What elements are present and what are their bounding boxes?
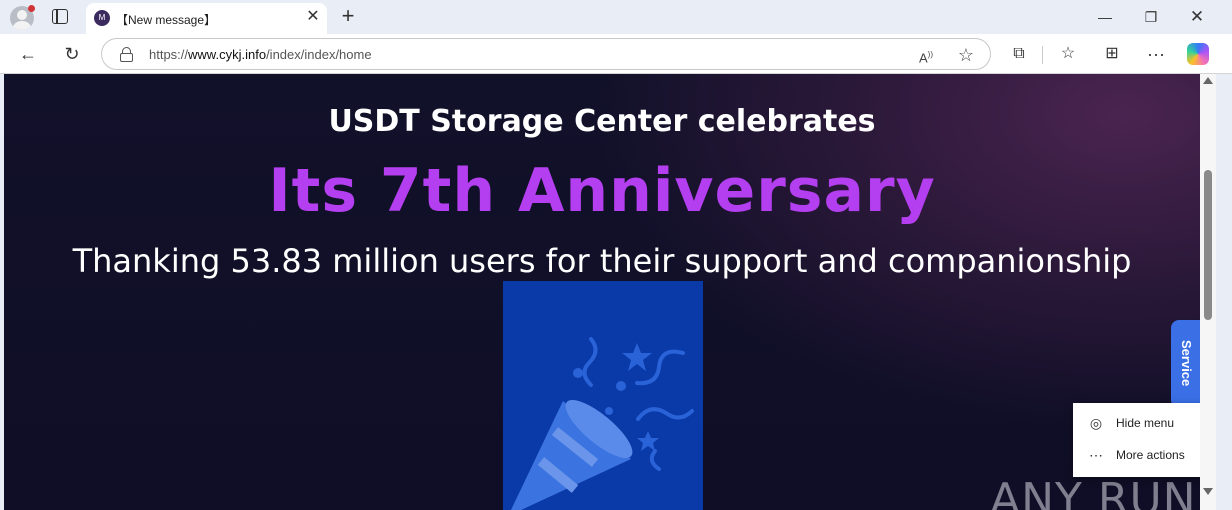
headline-main: Its 7th Anniversary <box>268 156 936 226</box>
read-aloud-icon[interactable]: A)) <box>915 44 937 66</box>
notification-dot <box>28 5 35 12</box>
navigation-bar: ← ↻ https://www.cykj.info/index/index/ho… <box>0 34 1232 74</box>
context-menu: ◎ Hide menu ▶ ⋯ More actions <box>1073 403 1218 477</box>
settings-more-icon[interactable]: ··· <box>1143 42 1169 66</box>
address-bar[interactable]: https://www.cykj.info/index/index/home A… <box>101 38 991 70</box>
service-button[interactable]: Service <box>1171 320 1200 408</box>
site-favicon-icon: M <box>94 10 110 26</box>
new-tab-button[interactable]: + <box>337 3 359 29</box>
minimize-button[interactable]: — <box>1082 4 1128 30</box>
web-page-content: USDT Storage Center celebrates Its 7th A… <box>4 74 1200 510</box>
copilot-icon[interactable] <box>1187 43 1209 65</box>
watermark-text: ANY RUN <box>990 474 1197 510</box>
title-bar: M 【New message】 ✕ + — ❐ ✕ <box>0 0 1232 34</box>
url-text[interactable]: https://www.cykj.info/index/index/home <box>149 47 372 62</box>
scroll-up-icon[interactable] <box>1203 77 1213 84</box>
lock-icon[interactable] <box>120 47 133 62</box>
menu-item-label: More actions <box>1116 448 1185 462</box>
subheadline: Thanking 53.83 million users for their s… <box>72 242 1132 280</box>
headline-top: USDT Storage Center celebrates <box>328 104 876 139</box>
tab-close-icon[interactable]: ✕ <box>304 8 322 26</box>
refresh-button[interactable]: ↻ <box>59 42 85 66</box>
favorites-icon[interactable]: ☆ <box>1055 42 1081 66</box>
close-window-button[interactable]: ✕ <box>1174 4 1220 30</box>
menu-item-label: Hide menu <box>1116 416 1175 430</box>
celebration-banner <box>503 281 703 510</box>
more-icon: ⋯ <box>1089 447 1103 463</box>
toolbar-divider <box>1042 46 1043 64</box>
window-edge <box>1216 74 1232 510</box>
restore-button[interactable]: ❐ <box>1128 4 1174 30</box>
eye-off-icon: ◎ <box>1089 415 1103 431</box>
scroll-down-icon[interactable] <box>1203 488 1213 495</box>
tab-title: 【New message】 <box>116 13 217 27</box>
back-button[interactable]: ← <box>15 42 41 66</box>
tab-active[interactable]: M 【New message】 ✕ <box>86 3 327 34</box>
menu-item-more-actions[interactable]: ⋯ More actions <box>1073 441 1218 471</box>
menu-item-hide-menu[interactable]: ◎ Hide menu ▶ <box>1073 409 1218 439</box>
collections-icon[interactable]: ⊞ <box>1099 42 1125 66</box>
tab-actions-icon[interactable] <box>52 9 68 24</box>
party-popper-icon <box>511 337 694 510</box>
favorite-star-icon[interactable]: ☆ <box>955 44 977 66</box>
scrollbar-thumb[interactable] <box>1204 170 1212 320</box>
vertical-scrollbar[interactable] <box>1200 74 1216 510</box>
extensions-icon[interactable]: ⧉ <box>1006 42 1032 66</box>
